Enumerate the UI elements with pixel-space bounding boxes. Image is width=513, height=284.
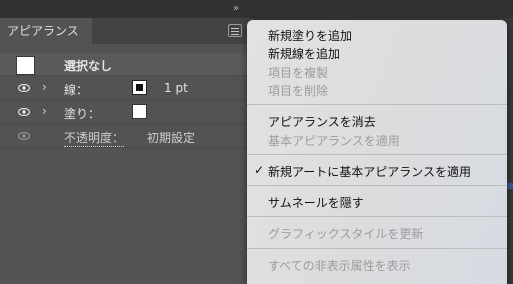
selection-row[interactable]: 選択なし [0,53,253,76]
menu-separator [247,154,507,155]
menu-item-show-all-hidden-attributes: すべての非表示属性を表示 [268,259,411,273]
collapse-panels-button[interactable]: » [233,3,239,14]
opacity-row[interactable]: 不透明度： 初期設定 [0,125,253,148]
menu-item-add-new-stroke[interactable]: 新規線を追加 [268,45,340,62]
menu-item-add-new-fill[interactable]: 新規塗りを追加 [268,27,352,44]
appearance-panel: アピアランス 選択なし › 線： 1 pt › 塗り： 不透明度： 初期設定 [0,18,253,284]
menu-separator [247,216,507,217]
stroke-row[interactable]: › 線： 1 pt [0,77,253,100]
panel-dock-strip: » [0,0,513,18]
menu-item-redefine-graphic-style: グラフィックスタイルを更新 [268,227,424,241]
visibility-eye-icon[interactable] [18,108,30,116]
opacity-value: 初期設定 [147,131,196,145]
menu-item-new-art-has-basic-appearance[interactable]: 新規アートに基本アピアランスを適用 [268,163,471,180]
selection-label: 選択なし [64,59,113,73]
menu-item-reduce-to-basic-appearance: 基本アピアランスを適用 [268,134,400,148]
menu-separator [247,185,507,186]
fill-label[interactable]: 塗り： [64,105,100,122]
fill-row[interactable]: › 塗り： [0,101,253,124]
stroke-weight-value[interactable]: 1 pt [164,81,188,95]
appearance-panel-flyout-menu: 新規塗りを追加 新規線を追加 項目を複製 項目を削除 アピアランスを消去 基本ア… [247,20,507,284]
fill-swatch[interactable] [132,104,147,119]
document-edge [507,183,513,189]
stroke-label[interactable]: 線： [64,81,88,98]
panel-tab-bar: アピアランス [0,18,253,44]
chevron-right-icon[interactable]: › [42,104,47,118]
tab-appearance[interactable]: アピアランス [0,18,92,44]
panel-menu-button[interactable] [228,24,242,37]
selection-thumbnail [16,56,35,75]
chevron-right-icon[interactable]: › [42,80,47,94]
checkmark-icon: ✓ [254,163,265,177]
menu-separator [247,248,507,249]
visibility-eye-icon[interactable] [18,84,30,92]
opacity-label[interactable]: 不透明度： [64,129,125,147]
visibility-eye-icon[interactable] [18,132,30,140]
menu-item-duplicate-item: 項目を複製 [268,66,329,80]
stroke-swatch[interactable] [132,80,147,95]
menu-item-clear-appearance[interactable]: アピアランスを消去 [268,113,376,130]
menu-item-hide-thumbnail[interactable]: サムネールを隠す [268,194,364,211]
menu-separator [247,104,507,105]
menu-item-remove-item: 項目を削除 [268,84,329,98]
